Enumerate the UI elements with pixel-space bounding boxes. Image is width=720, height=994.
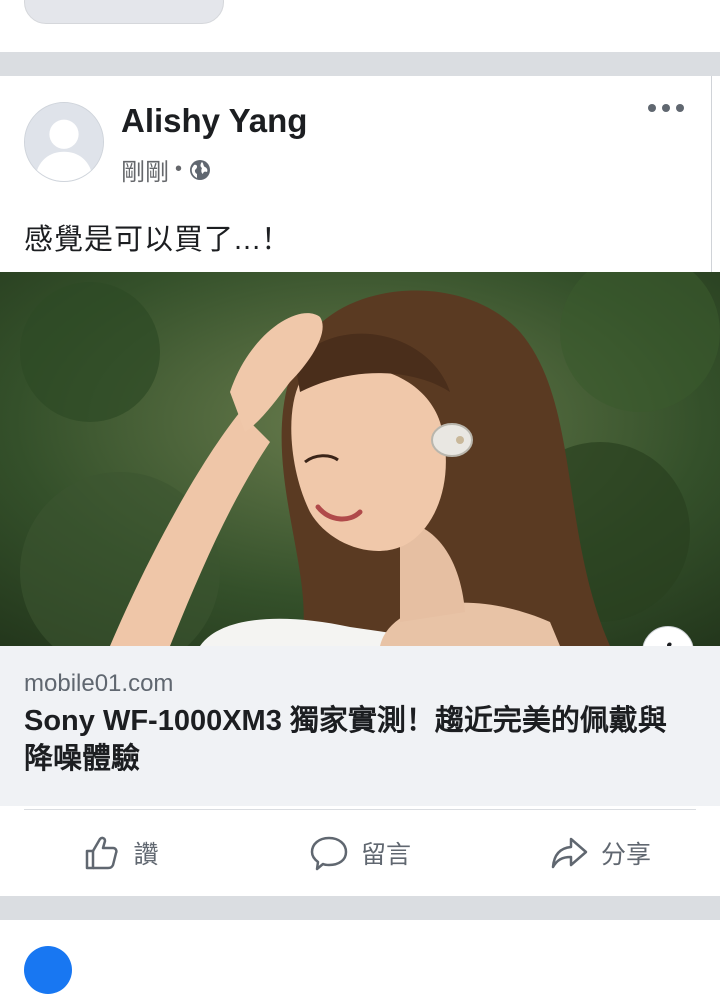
next-post-avatar[interactable] [24,946,72,994]
share-button[interactable]: 分享 [480,810,720,896]
link-preview-box[interactable]: mobile01.com Sony WF-1000XM3 獨家實測！趨近完美的佩… [0,646,720,806]
woman-with-earbud-photo [0,272,720,646]
comment-button[interactable]: 留言 [240,810,480,896]
comment-label: 留言 [360,841,411,869]
thumbs-up-icon [86,836,119,870]
meta-separator: • [175,158,183,180]
post-actions-bar: 讚 留言 分享 [0,810,720,896]
post-author-name[interactable]: Alishy Yang [121,102,307,140]
link-title[interactable]: Sony WF-1000XM3 獨家實測！趨近完美的佩戴與降噪體驗 [24,702,694,778]
feed-separator [0,896,720,920]
more-options-icon[interactable] [648,104,684,112]
default-avatar-icon [25,103,103,181]
share-arrow-icon [551,837,588,869]
avatar[interactable] [24,102,104,182]
post-text: 感覺是可以買了...！ [24,224,292,256]
globe-icon [190,159,211,180]
like-label: 讚 [133,841,159,869]
previous-post-button[interactable] [24,0,224,24]
post-timestamp[interactable]: 剛剛 [121,152,169,187]
link-preview-image[interactable] [0,272,720,646]
comment-bubble-icon [310,836,348,871]
previous-post-remnant [0,0,720,52]
link-domain: mobile01.com [24,670,174,697]
share-label: 分享 [600,841,651,869]
feed-separator [0,52,720,76]
feed-post: Alishy Yang 剛剛 • 感覺是可以買了...！ mobile01.co… [0,76,720,896]
like-button[interactable]: 讚 [0,810,240,896]
post-meta: 剛剛 • [121,152,212,187]
